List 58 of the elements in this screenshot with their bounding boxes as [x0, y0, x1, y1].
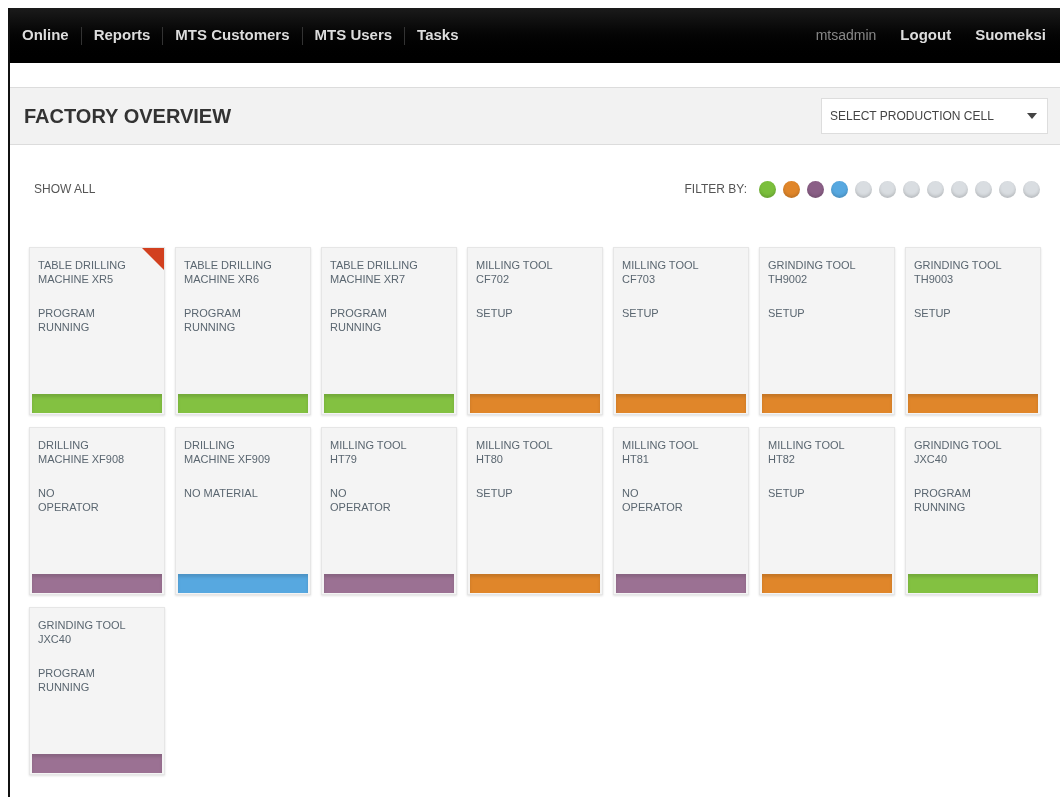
filter-label: FILTER BY:: [684, 181, 747, 198]
username: mtsadmin: [815, 26, 877, 45]
machine-status: SETUP: [622, 306, 660, 320]
nav-link[interactable]: Online: [22, 24, 81, 47]
machine-card[interactable]: GRINDING TOOL TH9003 SETUP: [905, 247, 1041, 415]
machine-name: DRILLING MACHINE XF908: [38, 438, 126, 466]
machine-name: MILLING TOOL HT82: [768, 438, 846, 466]
machine-card[interactable]: TABLE DRILLING MACHINE XR5 PROGRAM RUNNING: [29, 247, 165, 415]
machine-status: PROGRAM RUNNING: [914, 486, 972, 514]
machine-card[interactable]: DRILLING MACHINE XF909 NO MATERIAL: [175, 427, 311, 595]
machine-name: GRINDING TOOL TH9003: [914, 258, 1003, 286]
machine-status: PROGRAM RUNNING: [38, 306, 96, 334]
machine-status: NO OPERATOR: [330, 486, 392, 514]
machine-card[interactable]: MILLING TOOL HT81 NO OPERATOR: [613, 427, 749, 595]
machine-name: MILLING TOOL HT81: [622, 438, 700, 466]
machine-status: SETUP: [914, 306, 952, 320]
machine-card[interactable]: MILLING TOOL HT80 SETUP: [467, 427, 603, 595]
show-all-link[interactable]: SHOW ALL: [34, 180, 96, 198]
nav-link[interactable]: Reports: [81, 24, 163, 47]
machine-status: SETUP: [768, 306, 806, 320]
machine-status: PROGRAM RUNNING: [184, 306, 242, 334]
machine-name: GRINDING TOOL JXC40: [914, 438, 1003, 466]
machine-name: TABLE DRILLING MACHINE XR6: [184, 258, 273, 286]
machine-name: DRILLING MACHINE XF909: [184, 438, 272, 466]
machine-name: TABLE DRILLING MACHINE XR7: [330, 258, 419, 286]
machine-name: MILLING TOOL CF703: [622, 258, 700, 286]
machine-card[interactable]: TABLE DRILLING MACHINE XR7 PROGRAM RUNNING: [321, 247, 457, 415]
machine-card[interactable]: GRINDING TOOL JXC40 PROGRAM RUNNING: [29, 607, 165, 775]
nav-link[interactable]: MTS Customers: [163, 24, 302, 47]
machine-card[interactable]: MILLING TOOL HT82 SETUP: [759, 427, 895, 595]
machine-status: PROGRAM RUNNING: [330, 306, 388, 334]
machine-status: SETUP: [476, 306, 514, 320]
machine-status: NO OPERATOR: [622, 486, 684, 514]
production-cell-select[interactable]: SELECT PRODUCTION CELL: [821, 98, 1048, 134]
nav-link[interactable]: Suomeksi: [975, 24, 1046, 47]
machine-card[interactable]: TABLE DRILLING MACHINE XR6 PROGRAM RUNNING: [175, 247, 311, 415]
machine-status: PROGRAM RUNNING: [38, 666, 96, 694]
machine-status: SETUP: [476, 486, 514, 500]
machine-status: SETUP: [768, 486, 806, 500]
nav-link[interactable]: Tasks: [405, 24, 471, 47]
machine-card[interactable]: MILLING TOOL CF702 SETUP: [467, 247, 603, 415]
machine-name: MILLING TOOL HT79: [330, 438, 408, 466]
machine-name: MILLING TOOL HT80: [476, 438, 554, 466]
machine-card[interactable]: GRINDING TOOL TH9002 SETUP: [759, 247, 895, 415]
page-title: FACTORY OVERVIEW: [24, 104, 232, 129]
machine-card[interactable]: DRILLING MACHINE XF908 NO OPERATOR: [29, 427, 165, 595]
dropdown-caret-icon: [1027, 113, 1037, 119]
machine-card[interactable]: MILLING TOOL CF703 SETUP: [613, 247, 749, 415]
machine-name: TABLE DRILLING MACHINE XR5: [38, 258, 127, 286]
machine-status: NO OPERATOR: [38, 486, 100, 514]
machine-card[interactable]: MILLING TOOL HT79 NO OPERATOR: [321, 427, 457, 595]
machine-name: MILLING TOOL CF702: [476, 258, 554, 286]
nav-link[interactable]: Logout: [900, 24, 952, 47]
machine-name: GRINDING TOOL TH9002: [768, 258, 857, 286]
machine-card[interactable]: GRINDING TOOL JXC40 PROGRAM RUNNING: [905, 427, 1041, 595]
machine-status: NO MATERIAL: [184, 486, 259, 500]
nav-link[interactable]: MTS Users: [302, 24, 405, 47]
machine-name: GRINDING TOOL JXC40: [38, 618, 127, 646]
